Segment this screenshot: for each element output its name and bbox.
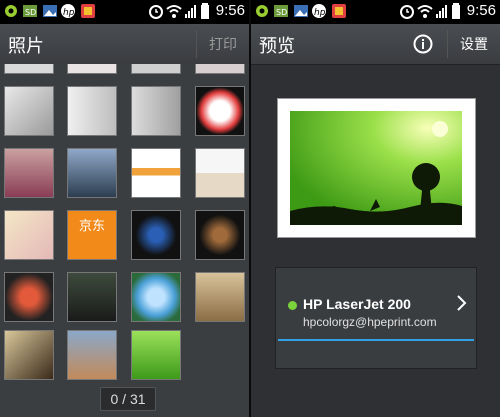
- photo-thumbnail[interactable]: [131, 330, 181, 380]
- print-preview[interactable]: [277, 98, 476, 238]
- wifi-icon: [417, 5, 433, 18]
- page-title: 预览: [259, 36, 295, 56]
- signal-icon: [185, 5, 196, 18]
- image-icon: [43, 5, 57, 17]
- signal-icon: [436, 5, 447, 18]
- clock: 9:56: [215, 2, 245, 19]
- photo-thumbnail[interactable]: 京东: [67, 210, 117, 260]
- clock: 9:56: [466, 2, 496, 19]
- photo-thumbnail[interactable]: [67, 86, 117, 136]
- svg-text:SD: SD: [276, 8, 287, 17]
- photo-thumbnail[interactable]: [195, 272, 245, 322]
- photo-thumbnail[interactable]: [195, 86, 245, 136]
- gps-icon: [256, 5, 268, 17]
- printer-name: HP LaserJet 200: [303, 296, 411, 312]
- preview-screen: SD hp 9:56 预览 设置 HP LaserJet 200 hpcolor…: [251, 0, 500, 417]
- photos-screen: SD hp 9:56 照片 打印 京东 0 / 31: [0, 0, 249, 417]
- gps-icon: [5, 5, 17, 17]
- status-bar: SD hp 9:56: [0, 0, 249, 24]
- photo-thumbnail[interactable]: [4, 148, 54, 198]
- svg-text:hp: hp: [314, 8, 326, 18]
- app-icon: [81, 4, 95, 18]
- image-icon: [294, 5, 308, 17]
- status-bar: SD hp 9:56: [251, 0, 500, 24]
- selection-underline: [278, 339, 474, 341]
- hp-logo-icon: hp: [312, 4, 326, 18]
- photo-thumbnail[interactable]: [67, 330, 117, 380]
- photo-thumbnail[interactable]: [4, 210, 54, 260]
- sd-card-icon: SD: [274, 5, 288, 17]
- photo-thumbnail[interactable]: [131, 86, 181, 136]
- svg-text:hp: hp: [63, 8, 75, 18]
- hp-logo-icon: hp: [61, 4, 75, 18]
- alarm-icon: [400, 5, 414, 19]
- photo-thumbnail[interactable]: [67, 148, 117, 198]
- action-bar: 照片 打印: [0, 24, 249, 65]
- app-icon: [332, 4, 346, 18]
- photo-thumbnail[interactable]: [195, 210, 245, 260]
- printer-email: hpcolorgz@hpeprint.com: [303, 315, 437, 329]
- photo-grid: 京东 0 / 31: [0, 64, 249, 417]
- action-bar: 预览 设置: [251, 24, 500, 65]
- photo-thumbnail[interactable]: [4, 86, 54, 136]
- wifi-icon: [166, 5, 182, 18]
- info-icon[interactable]: [413, 34, 433, 54]
- photo-thumbnail[interactable]: [4, 64, 54, 74]
- photo-thumbnail[interactable]: [195, 148, 245, 198]
- sd-card-icon: SD: [23, 5, 37, 17]
- photo-thumbnail[interactable]: [4, 330, 54, 380]
- printer-selector[interactable]: HP LaserJet 200 hpcolorgz@hpeprint.com: [275, 267, 477, 369]
- battery-icon: [201, 3, 209, 19]
- photo-thumbnail[interactable]: [4, 272, 54, 322]
- photo-thumbnail[interactable]: [131, 64, 181, 74]
- chevron-right-icon[interactable]: [456, 294, 468, 312]
- preview-image: [290, 111, 462, 225]
- thumbnail-text: 京东: [78, 218, 105, 233]
- svg-text:SD: SD: [25, 8, 36, 17]
- photo-thumbnail[interactable]: [131, 210, 181, 260]
- page-indicator: 0 / 31: [100, 387, 156, 411]
- photo-thumbnail[interactable]: [195, 64, 245, 74]
- printer-status-indicator: [288, 301, 297, 310]
- settings-button[interactable]: 设置: [448, 24, 500, 64]
- photo-thumbnail[interactable]: [131, 148, 181, 198]
- page-title: 照片: [8, 36, 44, 56]
- print-button[interactable]: 打印: [197, 24, 249, 64]
- photo-thumbnail[interactable]: [67, 64, 117, 74]
- photo-thumbnail[interactable]: [67, 272, 117, 322]
- alarm-icon: [149, 5, 163, 19]
- battery-icon: [452, 3, 460, 19]
- photo-thumbnail[interactable]: [131, 272, 181, 322]
